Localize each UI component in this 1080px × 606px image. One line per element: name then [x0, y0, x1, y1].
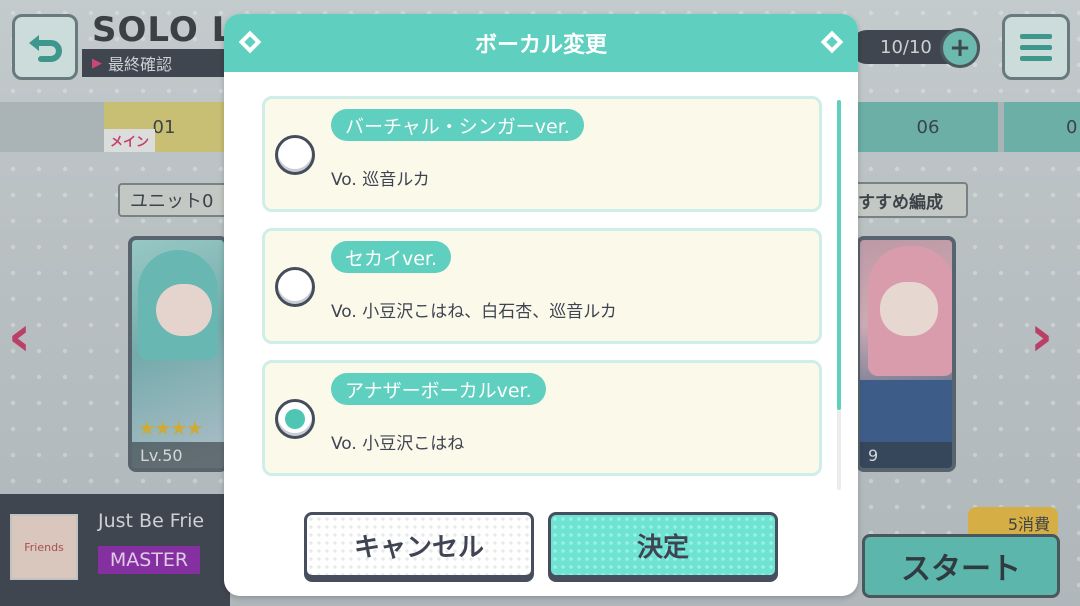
vocal-change-dialog: ボーカル変更 バーチャル・シンガーver. Vo. 巡音ルカ セカイver. V… — [224, 14, 858, 596]
scrollbar-thumb[interactable] — [837, 100, 841, 410]
radio-button-selected[interactable] — [275, 399, 315, 439]
vocal-option-another-vocal[interactable]: アナザーボーカルver. Vo. 小豆沢こはね — [262, 360, 822, 476]
diamond-icon — [238, 30, 262, 54]
radio-button[interactable] — [275, 135, 315, 175]
cancel-button[interactable]: キャンセル — [304, 512, 534, 578]
version-label: アナザーボーカルver. — [331, 373, 546, 405]
version-label: セカイver. — [331, 241, 452, 273]
confirm-button[interactable]: 決定 — [548, 512, 778, 578]
vocal-option-virtual-singer[interactable]: バーチャル・シンガーver. Vo. 巡音ルカ — [262, 96, 822, 212]
version-label: バーチャル・シンガーver. — [331, 109, 584, 141]
dialog-header: ボーカル変更 — [224, 14, 858, 72]
vocal-option-sekai[interactable]: セカイver. Vo. 小豆沢こはね、白石杏、巡音ルカ — [262, 228, 822, 344]
vocal-credit: Vo. 小豆沢こはね — [331, 434, 465, 454]
vocal-credit: Vo. 小豆沢こはね、白石杏、巡音ルカ — [331, 302, 617, 322]
vocal-credit: Vo. 巡音ルカ — [331, 170, 430, 190]
diamond-icon — [820, 30, 844, 54]
radio-button[interactable] — [275, 267, 315, 307]
dialog-title: ボーカル変更 — [474, 33, 607, 58]
